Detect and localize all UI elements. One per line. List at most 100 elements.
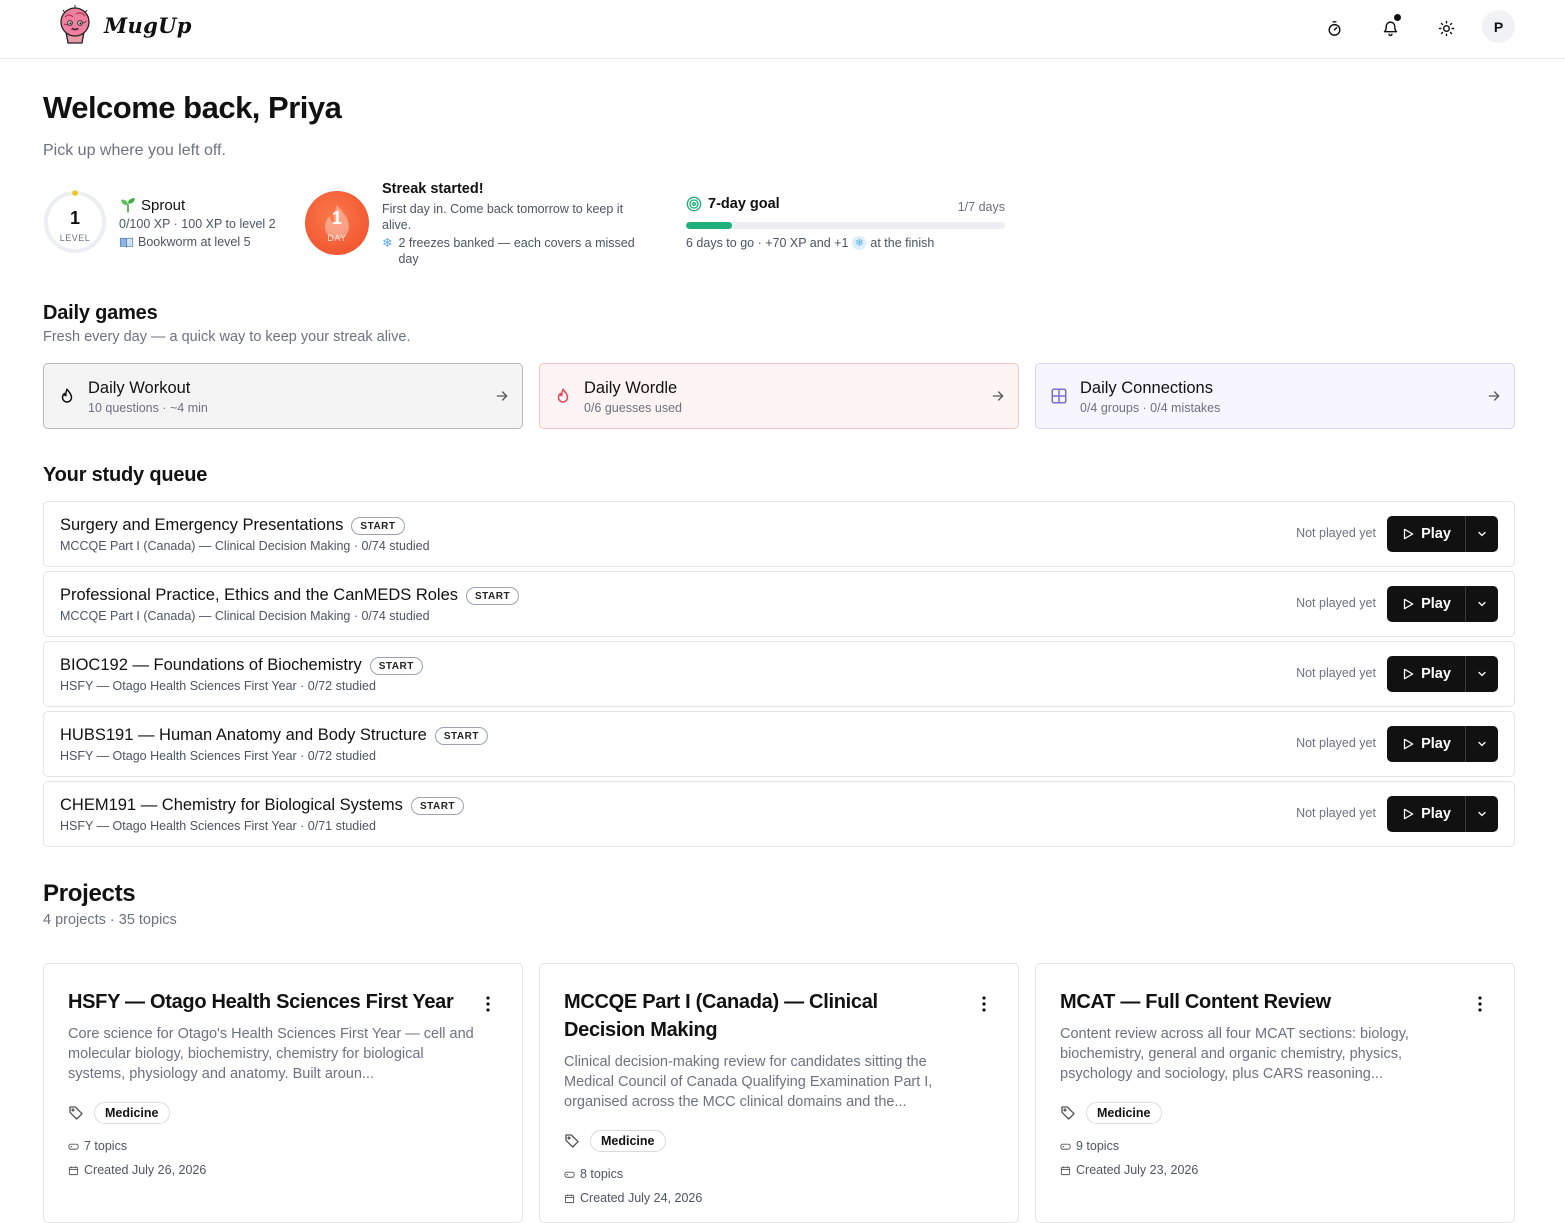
queue-row[interactable]: HUBS191 — Human Anatomy and Body Structu… (43, 711, 1515, 777)
gamepad-icon (564, 1171, 575, 1178)
project-title: MCCQE Part I (Canada) — Clinical Decisio… (564, 991, 878, 1041)
sprout-icon (121, 198, 135, 213)
flame-icon (557, 388, 569, 403)
play-button[interactable]: Play (1387, 586, 1465, 622)
start-badge: START (434, 726, 488, 745)
project-card[interactable]: HSFY — Otago Health Sciences First Year C… (43, 963, 523, 1223)
project-description: Clinical decision-making review for cand… (564, 1054, 933, 1110)
play-button[interactable]: Play (1387, 726, 1465, 762)
project-topics: 7 topics (68, 1139, 127, 1153)
chevron-down-icon (1478, 811, 1486, 817)
brain-mascot-icon (60, 5, 90, 44)
project-created-date: Created July 23, 2026 (1060, 1163, 1198, 1177)
play-status: Not played yet (1296, 666, 1376, 680)
notification-dot (1394, 14, 1401, 21)
queue-row-subtitle: HSFY — Otago Health Sciences First Year … (60, 819, 376, 833)
page-title: Welcome back, Priya (43, 90, 342, 125)
daily-games-title: Daily games (43, 302, 158, 324)
arrow-right-icon (992, 391, 1004, 401)
logo[interactable]: MugUp (56, 5, 192, 45)
project-title: MCAT — Full Content Review (1060, 991, 1331, 1013)
calendar-icon (564, 1193, 575, 1203)
play-options-dropdown[interactable] (1465, 726, 1498, 762)
queue-row-title: Professional Practice, Ethics and the Ca… (60, 586, 520, 605)
level-title: Sprout (119, 196, 185, 214)
next-rank-text: Bookworm at level 5 (119, 235, 251, 249)
project-tags: Medicine (68, 1102, 170, 1124)
bell-icon (1383, 20, 1397, 36)
project-title: HSFY — Otago Health Sciences First Year (68, 991, 454, 1013)
gamepad-icon (68, 1143, 79, 1150)
chevron-down-icon (1478, 671, 1486, 677)
freeze-info: ❄ 2 freezes banked — each covers a misse… (382, 236, 635, 266)
daily-workout-card[interactable]: Daily Workout 10 questions · ~4 min (43, 363, 523, 429)
play-icon (1403, 598, 1414, 610)
play-options-dropdown[interactable] (1465, 516, 1498, 552)
theme-toggle-button[interactable] (1430, 12, 1462, 44)
tag-icon (69, 1106, 83, 1120)
project-card[interactable]: MCAT — Full Content Review Content review… (1035, 963, 1515, 1223)
chevron-down-icon (1478, 531, 1486, 537)
queue-row-subtitle: HSFY — Otago Health Sciences First Year … (60, 749, 376, 763)
arrow-right-icon (496, 391, 508, 401)
project-created-date: Created July 24, 2026 (564, 1191, 702, 1205)
more-vertical-icon[interactable] (486, 996, 490, 1012)
top-bar: MugUp P (0, 0, 1565, 59)
start-badge: START (410, 796, 465, 815)
project-tags: Medicine (564, 1130, 666, 1152)
game-subtitle: 10 questions · ~4 min (88, 401, 208, 415)
daily-wordle-card[interactable]: Daily Wordle 0/6 guesses used (539, 363, 1019, 429)
tag-pill[interactable]: Medicine (1086, 1102, 1162, 1124)
play-options-dropdown[interactable] (1465, 586, 1498, 622)
play-button[interactable]: Play (1387, 516, 1465, 552)
page-subtitle: Pick up where you left off. (43, 142, 226, 159)
play-status: Not played yet (1296, 526, 1376, 540)
goal-progress-bar (686, 222, 1005, 229)
calendar-icon (68, 1165, 79, 1175)
start-badge: START (369, 656, 423, 675)
projects-subtitle: 4 projects · 35 topics (43, 912, 177, 928)
queue-row-title: Surgery and Emergency Presentations START (60, 516, 405, 535)
project-topics: 8 topics (564, 1167, 623, 1181)
queue-row-title: CHEM191 — Chemistry for Biological Syste… (60, 796, 465, 815)
play-button[interactable]: Play (1387, 656, 1465, 692)
more-vertical-icon[interactable] (982, 996, 986, 1012)
streak-label: DAY (327, 233, 347, 243)
tag-pill[interactable]: Medicine (94, 1102, 170, 1124)
goal-title: 7-day goal (686, 196, 780, 212)
game-subtitle: 0/6 guesses used (584, 401, 682, 415)
level-number: 1 (69, 208, 80, 228)
game-subtitle: 0/4 groups · 0/4 mistakes (1080, 401, 1221, 415)
tag-pill[interactable]: Medicine (590, 1130, 666, 1152)
target-icon (686, 196, 702, 212)
play-icon (1403, 528, 1414, 540)
stopwatch-icon (1327, 20, 1341, 36)
arrow-right-icon (1488, 391, 1500, 401)
play-icon (1403, 668, 1414, 680)
goal-progress-fill (686, 222, 732, 229)
avatar[interactable]: P (1482, 10, 1515, 43)
play-button[interactable]: Play (1387, 796, 1465, 832)
daily-connections-card[interactable]: Daily Connections 0/4 groups · 0/4 mista… (1035, 363, 1515, 429)
play-options-dropdown[interactable] (1465, 796, 1498, 832)
timer-button[interactable] (1318, 12, 1350, 44)
project-description: Core science for Otago's Health Sciences… (68, 1026, 474, 1082)
level-label: LEVEL (59, 233, 91, 243)
notifications-button[interactable] (1374, 12, 1406, 44)
tag-icon (565, 1134, 579, 1148)
sun-icon (1438, 20, 1454, 36)
queue-row[interactable]: CHEM191 — Chemistry for Biological Syste… (43, 781, 1515, 847)
game-name: Daily Workout (88, 379, 191, 397)
queue-row[interactable]: Surgery and Emergency Presentations START… (43, 501, 1515, 567)
game-name: Daily Connections (1080, 379, 1213, 397)
queue-row-title: HUBS191 — Human Anatomy and Body Structu… (60, 726, 488, 745)
projects-title: Projects (43, 880, 136, 907)
project-card[interactable]: MCCQE Part I (Canada) — Clinical Decisio… (539, 963, 1019, 1223)
play-options-dropdown[interactable] (1465, 656, 1498, 692)
more-vertical-icon[interactable] (1478, 996, 1482, 1012)
daily-games-subtitle: Fresh every day — a quick way to keep yo… (43, 329, 411, 345)
queue-row[interactable]: BIOC192 — Foundations of Biochemistry STA… (43, 641, 1515, 707)
play-icon (1403, 808, 1414, 820)
flame-icon (61, 388, 73, 403)
queue-row[interactable]: Professional Practice, Ethics and the Ca… (43, 571, 1515, 637)
